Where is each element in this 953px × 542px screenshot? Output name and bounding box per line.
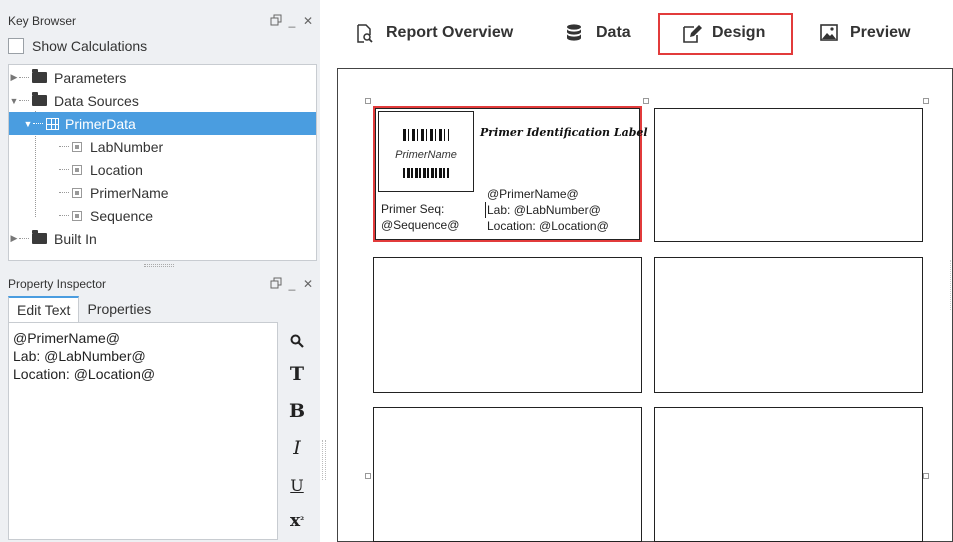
key-browser-header: Key Browser _ ✕ [8, 10, 316, 32]
close-icon[interactable]: ✕ [300, 277, 316, 291]
tree-item-label: Location [90, 161, 143, 178]
tree-item-label: Sequence [90, 207, 154, 224]
barcode-bars-icon [403, 129, 449, 141]
minimize-icon[interactable]: _ [284, 14, 300, 28]
database-icon [566, 24, 584, 42]
lab-line: Lab: @LabNumber@ [485, 202, 609, 218]
location-line: Location: @Location@ [487, 219, 609, 233]
resize-handle[interactable] [923, 98, 929, 104]
toolbar-label: Preview [850, 24, 911, 41]
tree-item-label: PrimerData [65, 115, 136, 132]
sequence-text[interactable]: Primer Seq: @Sequence@ [381, 201, 459, 233]
folder-icon [32, 69, 47, 83]
show-calculations-row[interactable]: Show Calculations [8, 35, 147, 57]
field-icon [72, 187, 82, 198]
resize-handle[interactable] [365, 98, 371, 104]
active-tab-highlight [658, 13, 793, 55]
float-panel-icon[interactable] [268, 14, 284, 29]
italic-button[interactable]: I [282, 433, 312, 463]
primer-name-line: @PrimerName@ [487, 187, 579, 201]
close-icon[interactable]: ✕ [300, 14, 316, 28]
minimize-icon[interactable]: _ [284, 277, 300, 291]
tree-item-label: Data Sources [54, 92, 139, 109]
folder-icon [32, 230, 47, 244]
tree-item-label: PrimerName [90, 184, 169, 201]
bold-button[interactable]: B [282, 396, 312, 426]
label-cell[interactable] [373, 257, 642, 393]
toolbar-label: Data [596, 24, 631, 41]
show-calculations-checkbox[interactable] [8, 38, 24, 54]
tree-item-built-in[interactable]: ▶ Built In [9, 227, 316, 250]
splitter-handle[interactable] [322, 440, 326, 480]
left-sidebar: Key Browser _ ✕ Show Calculations ▶ Para… [0, 0, 326, 542]
tree-item-field[interactable]: PrimerName [9, 181, 316, 204]
panel-resize-grip[interactable] [144, 264, 174, 267]
resize-handle[interactable] [365, 473, 371, 479]
label-cell[interactable] [654, 108, 923, 242]
inspector-tabs: Edit Text Properties [8, 296, 159, 322]
tree-item-label: Built In [54, 230, 97, 247]
toolbar-label: Report Overview [386, 24, 514, 41]
image-preview-icon [820, 24, 838, 42]
property-inspector-header: Property Inspector _ ✕ [8, 273, 316, 295]
label-cell[interactable] [373, 407, 642, 542]
tab-edit-text[interactable]: Edit Text [8, 296, 80, 322]
search-icon[interactable] [282, 326, 312, 356]
table-icon [46, 117, 59, 130]
key-browser-title: Key Browser [8, 14, 77, 28]
tree-item-parameters[interactable]: ▶ Parameters [9, 66, 316, 89]
editor-line: Location: @Location@ [13, 366, 156, 382]
sequence-line-1: Primer Seq: [381, 202, 445, 216]
collapse-arrow-icon[interactable]: ▼ [23, 119, 33, 129]
primer-info-text[interactable]: @PrimerName@ Lab: @LabNumber@ Location: … [485, 186, 609, 234]
designer-toolbar: Report Overview Data Design Preview [330, 0, 953, 64]
tree-item-data-sources[interactable]: ▼ Data Sources [9, 89, 316, 112]
property-inspector-title: Property Inspector [8, 277, 107, 291]
text-editor[interactable]: @PrimerName@ Lab: @LabNumber@ Location: … [8, 322, 278, 540]
tree-item-label: Parameters [54, 69, 127, 86]
barcode-image[interactable]: PrimerName [378, 111, 474, 192]
sequence-line-2: @Sequence@ [381, 218, 460, 232]
open-folder-icon [32, 92, 47, 106]
report-overview-button[interactable]: Report Overview [356, 16, 513, 50]
expand-arrow-icon[interactable]: ▶ [9, 233, 19, 244]
expand-arrow-icon[interactable]: ▶ [9, 72, 19, 83]
float-panel-icon[interactable] [268, 277, 284, 292]
field-icon [72, 210, 82, 221]
label-cell[interactable] [654, 407, 923, 542]
preview-button[interactable]: Preview [820, 16, 910, 50]
editor-line: @PrimerName@ [13, 330, 120, 346]
label-title[interactable]: Primer Identification Label [480, 126, 648, 139]
superscript-button[interactable]: x² [282, 506, 312, 536]
show-calculations-label: Show Calculations [32, 38, 148, 54]
editor-line: Lab: @LabNumber@ [13, 348, 146, 364]
field-icon [72, 141, 82, 152]
data-button[interactable]: Data [566, 16, 631, 50]
tree-item-primer-data[interactable]: ▼ PrimerData [9, 112, 316, 135]
resize-handle[interactable] [643, 98, 649, 104]
underline-button[interactable]: U [282, 470, 312, 500]
report-overview-icon [356, 24, 374, 43]
tree-item-field[interactable]: Sequence [9, 204, 316, 227]
tree-item-field[interactable]: Location [9, 158, 316, 181]
resize-handle[interactable] [923, 473, 929, 479]
barcode-caption: PrimerName [395, 149, 457, 161]
collapse-arrow-icon[interactable]: ▼ [9, 96, 19, 106]
tab-properties[interactable]: Properties [79, 296, 159, 322]
tree-item-label: LabNumber [90, 138, 164, 155]
label-cell[interactable] [654, 257, 923, 393]
text-style-button[interactable]: T [282, 359, 312, 389]
barcode-bars-icon [403, 168, 449, 178]
tree-item-field[interactable]: LabNumber [9, 135, 316, 158]
field-icon [72, 164, 82, 175]
key-browser-tree[interactable]: ▶ Parameters ▼ Data Sources ▼ PrimerData… [8, 64, 317, 261]
